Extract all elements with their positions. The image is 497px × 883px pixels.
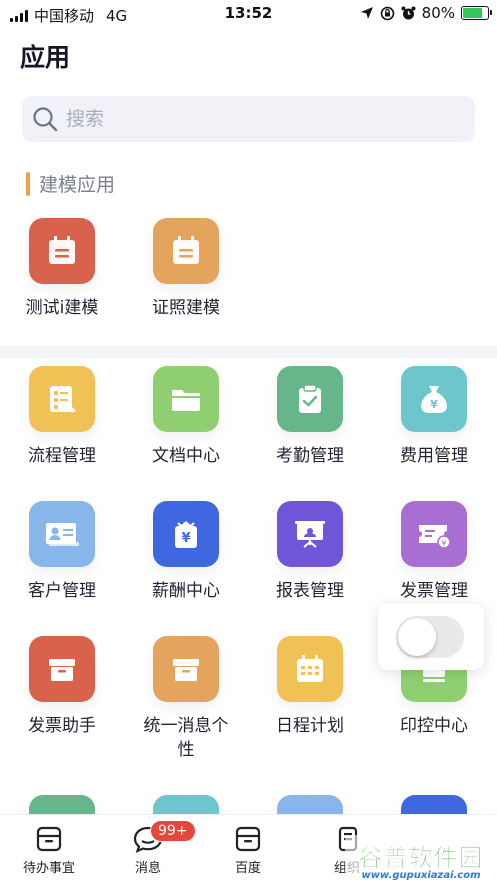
- section-accent-bar: [26, 171, 30, 196]
- app-tile[interactable]: [153, 636, 219, 702]
- floating-toggle-panel: [378, 604, 484, 670]
- svg-text:¥: ¥: [181, 531, 190, 546]
- app-invoices[interactable]: ¥ 发票管理: [374, 501, 494, 603]
- app-tile[interactable]: [29, 366, 95, 432]
- app-tile[interactable]: [29, 218, 95, 284]
- app-label: 印控中心: [400, 716, 468, 736]
- app-expenses[interactable]: ¥ 费用管理: [374, 366, 494, 468]
- tab-messages[interactable]: 99+ 消息: [108, 820, 196, 876]
- watermark-main: 谷普软件园: [358, 843, 484, 872]
- location-arrow-icon: [360, 7, 373, 19]
- app-label: 统一消息个性: [143, 716, 229, 760]
- app-label: 报表管理: [276, 581, 344, 601]
- calendar-grid-icon: [297, 655, 323, 682]
- app-salary[interactable]: ¥ 薪酬中心: [126, 501, 246, 603]
- app-license-modeling[interactable]: 证照建模: [126, 218, 246, 320]
- folder-icon: [172, 390, 200, 411]
- tab-icon-wrap: [208, 823, 288, 855]
- toggle-knob[interactable]: [398, 618, 436, 656]
- section-divider: [0, 346, 497, 358]
- page-title: 应用: [20, 43, 71, 72]
- app-label: 文档中心: [152, 446, 220, 466]
- app-test-modeling[interactable]: 测试i建模: [2, 218, 122, 320]
- app-tile[interactable]: [153, 366, 219, 432]
- app-label: 流程管理: [28, 446, 96, 466]
- app-workflow[interactable]: 流程管理: [2, 366, 122, 468]
- app-tile[interactable]: [277, 501, 343, 567]
- clipboard-check-icon: [299, 384, 321, 413]
- money-bag-icon: ¥: [421, 386, 447, 413]
- section-header: 建模应用: [26, 170, 115, 197]
- app-tile[interactable]: [29, 501, 95, 567]
- app-invoice-assistant[interactable]: 发票助手: [2, 636, 122, 738]
- status-bar: 中国移动 4G 13:52 80%: [0, 0, 497, 28]
- app-documents[interactable]: 文档中心: [126, 366, 246, 468]
- app-label: 日程计划: [276, 716, 344, 736]
- svg-text:¥: ¥: [441, 539, 446, 548]
- box-outline-icon: [36, 826, 62, 852]
- app-tile[interactable]: [153, 218, 219, 284]
- app-label: 证照建模: [152, 298, 220, 318]
- tab-label: 待办事宜: [22, 861, 75, 876]
- app-label: 发票管理: [400, 581, 468, 601]
- alarm-icon: [401, 6, 416, 19]
- app-tile[interactable]: [29, 636, 95, 702]
- svg-text:¥: ¥: [430, 398, 438, 411]
- section-title: 建模应用: [39, 174, 116, 196]
- status-right: 80%: [360, 4, 492, 22]
- battery-icon: [461, 6, 492, 20]
- tab-icon-wrap: 99+: [108, 820, 196, 855]
- invoice-icon: ¥: [419, 525, 451, 549]
- app-customers[interactable]: 客户管理: [2, 501, 122, 603]
- rotation-lock-icon: [380, 6, 394, 20]
- watermark-logo: 谷普软件园 www.gupuxiazai.com: [345, 835, 497, 883]
- calendar-icon: [49, 236, 75, 264]
- app-reports[interactable]: 报表管理: [250, 501, 370, 603]
- presentation-icon: [295, 521, 325, 548]
- salary-icon: ¥: [175, 521, 197, 548]
- search-input[interactable]: [66, 108, 446, 130]
- calendar-icon: [173, 236, 199, 264]
- message-badge: 99+: [150, 820, 196, 842]
- app-label: 发票助手: [28, 716, 96, 736]
- app-tile[interactable]: [277, 366, 343, 432]
- app-schedule[interactable]: 日程计划: [250, 636, 370, 738]
- tab-label: 消息: [134, 861, 161, 876]
- contact-card-icon: [46, 523, 79, 546]
- box-icon: [173, 659, 199, 681]
- app-tile[interactable]: [277, 636, 343, 702]
- app-tile[interactable]: ¥: [153, 501, 219, 567]
- box-outline-icon: [235, 826, 261, 852]
- app-label: 测试i建模: [25, 298, 99, 318]
- flow-icon: [50, 386, 76, 413]
- app-label: 客户管理: [28, 581, 96, 601]
- app-tile[interactable]: ¥: [401, 501, 467, 567]
- box-icon: [49, 659, 75, 681]
- toggle-switch[interactable]: [396, 616, 464, 658]
- app-label: 考勤管理: [276, 446, 344, 466]
- battery-percent: 80%: [421, 4, 455, 22]
- watermark-sub: www.gupuxiazai.com: [361, 869, 481, 881]
- search-icon: [33, 107, 58, 132]
- app-label: 薪酬中心: [152, 581, 220, 601]
- app-tile[interactable]: ¥: [401, 366, 467, 432]
- tab-icon-wrap: [9, 823, 89, 855]
- search-bar[interactable]: [22, 96, 475, 142]
- tab-label: 百度: [234, 861, 261, 876]
- tab-baidu[interactable]: 百度: [208, 823, 288, 876]
- tab-todo[interactable]: 待办事宜: [9, 823, 89, 876]
- app-label: 费用管理: [400, 446, 468, 466]
- app-unified-messages[interactable]: 统一消息个性: [126, 636, 246, 762]
- app-attendance[interactable]: 考勤管理: [250, 366, 370, 468]
